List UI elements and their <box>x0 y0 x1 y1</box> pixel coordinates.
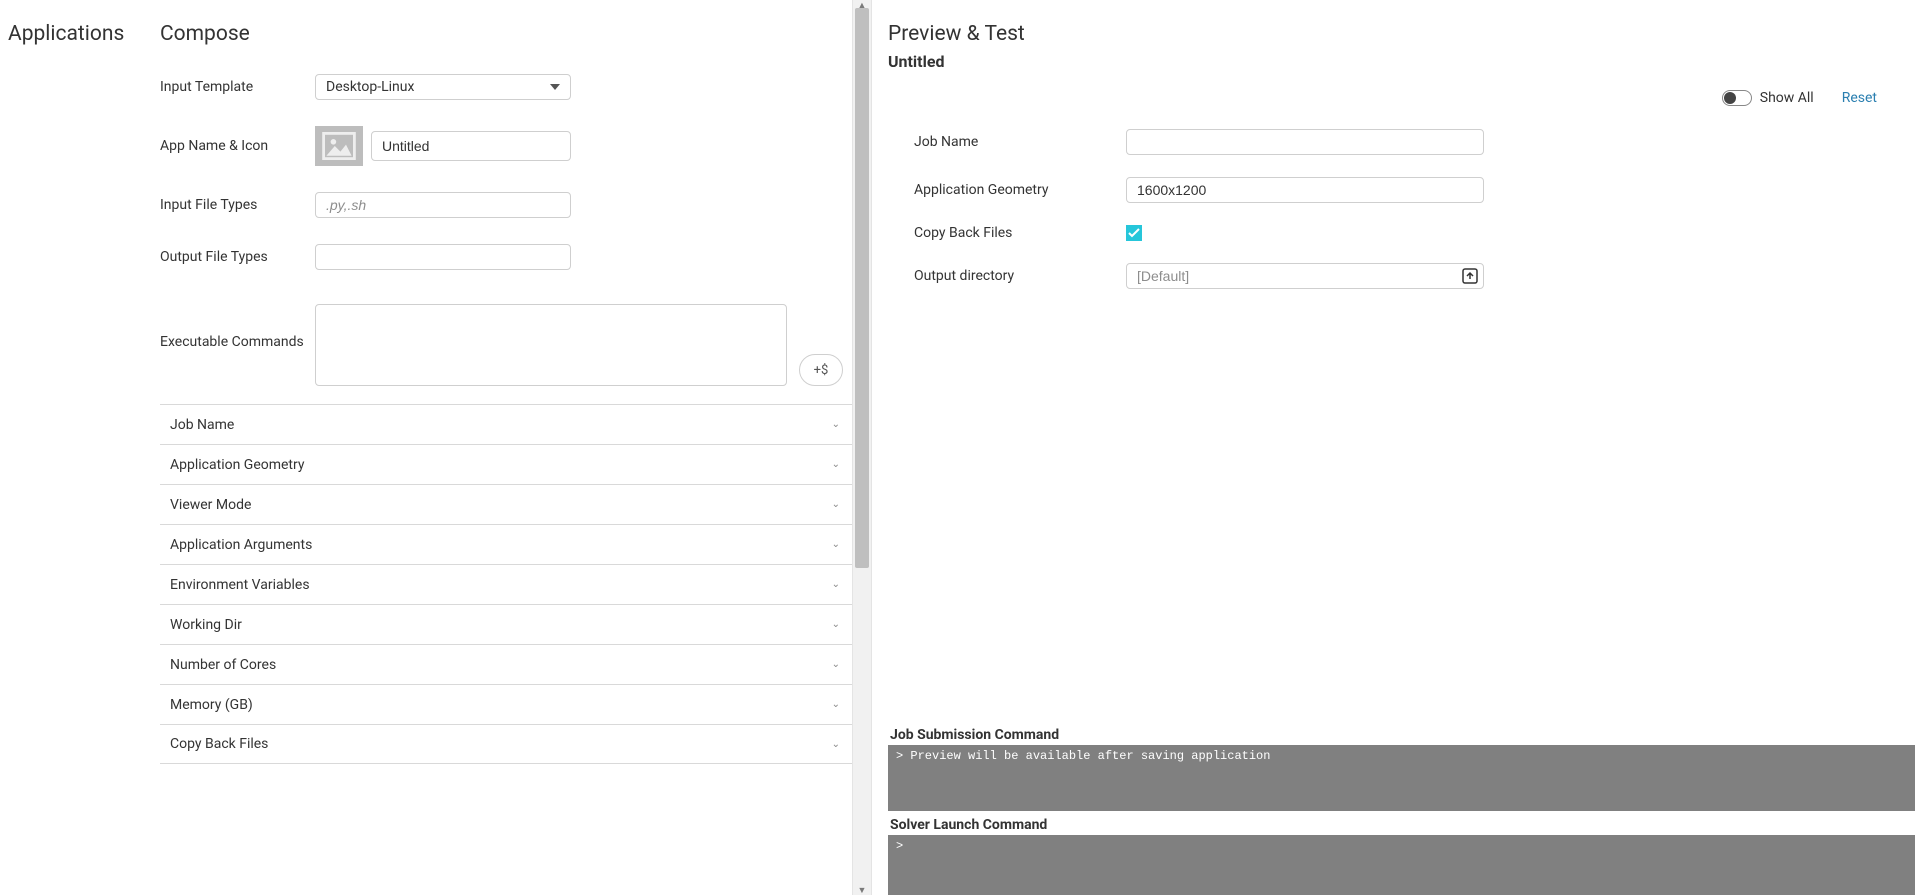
app-icon-picker[interactable] <box>315 126 363 166</box>
accordion-label: Copy Back Files <box>170 736 268 752</box>
chevron-down-icon: ⌄ <box>832 739 840 750</box>
compose-accordion: Job Name ⌄ Application Geometry ⌄ Viewer… <box>160 404 852 764</box>
app-geometry-label: Application Geometry <box>914 182 1126 198</box>
job-submission-command-text: > Preview will be available after saving… <box>896 749 1270 763</box>
browse-directory-button[interactable] <box>1462 268 1478 284</box>
accordion-application-geometry[interactable]: Application Geometry ⌄ <box>160 444 852 484</box>
copy-back-files-label: Copy Back Files <box>914 225 1126 241</box>
solver-launch-command-box: > <box>888 835 1915 895</box>
reset-link[interactable]: Reset <box>1842 90 1877 106</box>
accordion-environment-variables[interactable]: Environment Variables ⌄ <box>160 564 852 604</box>
chevron-down-icon: ⌄ <box>832 459 840 470</box>
job-name-label: Job Name <box>914 134 1126 150</box>
solver-launch-command-text: > <box>896 839 903 853</box>
upload-icon <box>1462 268 1478 284</box>
output-directory-label: Output directory <box>914 268 1126 284</box>
accordion-label: Application Arguments <box>170 537 312 553</box>
copy-back-files-checkbox[interactable] <box>1126 225 1142 241</box>
show-all-toggle[interactable] <box>1722 90 1752 106</box>
accordion-job-name[interactable]: Job Name ⌄ <box>160 404 852 444</box>
preview-title: Preview & Test <box>888 22 1915 46</box>
output-file-types-input[interactable] <box>315 244 571 270</box>
compose-pane: Compose Input Template Desktop-Linux App… <box>160 0 852 895</box>
preview-actions: Show All Reset <box>888 81 1915 115</box>
output-directory-input[interactable] <box>1126 263 1484 289</box>
show-all-label: Show All <box>1760 90 1814 106</box>
preview-pane: Preview & Test Untitled Show All Reset J… <box>872 0 1915 895</box>
sidebar-title: Applications <box>8 22 152 46</box>
compose-title: Compose <box>160 22 852 46</box>
scrollbar-thumb[interactable] <box>855 8 869 568</box>
executable-commands-textarea[interactable] <box>315 304 787 386</box>
compose-scrollbar[interactable]: ▲ ▼ <box>852 0 872 895</box>
command-section: Job Submission Command > Preview will be… <box>888 721 1915 895</box>
chevron-down-icon <box>550 84 560 90</box>
image-placeholder-icon <box>322 132 356 160</box>
preview-subtitle: Untitled <box>888 52 1915 71</box>
chevron-down-icon: ⌄ <box>832 419 840 430</box>
input-file-types-input[interactable] <box>315 192 571 218</box>
chevron-down-icon: ⌄ <box>832 539 840 550</box>
accordion-application-arguments[interactable]: Application Arguments ⌄ <box>160 524 852 564</box>
preview-form: Job Name Application Geometry Copy Back … <box>888 129 1915 311</box>
chevron-down-icon: ⌄ <box>832 579 840 590</box>
toggle-knob <box>1724 92 1736 104</box>
accordion-label: Memory (GB) <box>170 697 253 713</box>
accordion-memory-gb[interactable]: Memory (GB) ⌄ <box>160 684 852 724</box>
input-template-select[interactable]: Desktop-Linux <box>315 74 571 100</box>
accordion-viewer-mode[interactable]: Viewer Mode ⌄ <box>160 484 852 524</box>
executable-commands-label: Executable Commands <box>160 304 315 350</box>
chevron-down-icon: ⌄ <box>832 499 840 510</box>
chevron-down-icon: ⌄ <box>832 699 840 710</box>
input-template-value: Desktop-Linux <box>326 79 414 95</box>
accordion-label: Viewer Mode <box>170 497 251 513</box>
output-file-types-label: Output File Types <box>160 249 315 265</box>
job-name-input[interactable] <box>1126 129 1484 155</box>
left-sidebar: Applications <box>0 0 160 895</box>
job-submission-command-box: > Preview will be available after saving… <box>888 745 1915 811</box>
job-submission-command-title: Job Submission Command <box>890 727 1915 743</box>
input-template-label: Input Template <box>160 79 315 95</box>
accordion-label: Environment Variables <box>170 577 310 593</box>
accordion-label: Application Geometry <box>170 457 305 473</box>
scroll-down-arrow-icon[interactable]: ▼ <box>853 885 871 895</box>
accordion-label: Number of Cores <box>170 657 276 673</box>
chevron-down-icon: ⌄ <box>832 659 840 670</box>
chevron-down-icon: ⌄ <box>832 619 840 630</box>
accordion-working-dir[interactable]: Working Dir ⌄ <box>160 604 852 644</box>
accordion-label: Working Dir <box>170 617 242 633</box>
app-geometry-input[interactable] <box>1126 177 1484 203</box>
input-file-types-label: Input File Types <box>160 197 315 213</box>
solver-launch-command-title: Solver Launch Command <box>890 817 1915 833</box>
accordion-number-of-cores[interactable]: Number of Cores ⌄ <box>160 644 852 684</box>
accordion-copy-back-files[interactable]: Copy Back Files ⌄ <box>160 724 852 764</box>
check-icon <box>1128 228 1140 238</box>
accordion-label: Job Name <box>170 417 234 433</box>
add-variable-button[interactable]: +$ <box>799 354 843 386</box>
add-variable-label: +$ <box>814 363 829 378</box>
app-name-icon-label: App Name & Icon <box>160 138 315 154</box>
app-name-input[interactable] <box>371 131 571 161</box>
